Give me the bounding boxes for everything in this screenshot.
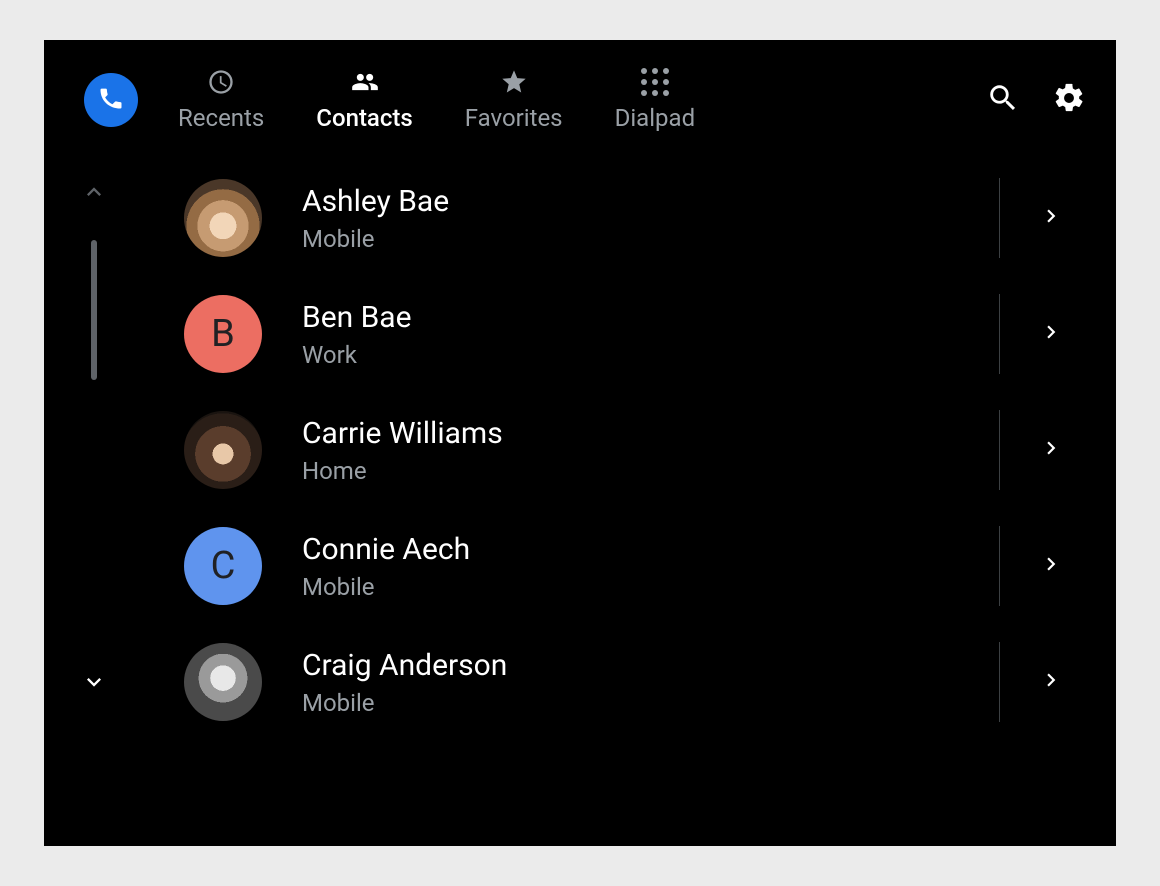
tab-contacts[interactable]: Contacts: [316, 68, 412, 132]
row-divider: [999, 410, 1000, 490]
contact-list[interactable]: Ashley Bae Mobile B Ben Bae Work: [184, 160, 1116, 740]
chevron-right-icon: [1038, 435, 1064, 461]
avatar: B: [184, 295, 262, 373]
people-icon: [351, 68, 379, 96]
tab-label: Favorites: [465, 104, 563, 132]
search-icon: [986, 81, 1020, 115]
tab-recents[interactable]: Recents: [178, 68, 264, 132]
contact-info: Carrie Williams Home: [302, 416, 503, 485]
scroll-up-button[interactable]: [80, 178, 108, 210]
chevron-up-icon: [80, 178, 108, 206]
tab-label: Contacts: [316, 104, 412, 132]
top-actions: [986, 81, 1086, 119]
contact-name: Connie Aech: [302, 532, 470, 567]
scroll-controls: [79, 160, 109, 740]
contact-row[interactable]: B Ben Bae Work: [184, 276, 1116, 392]
contact-detail-button[interactable]: [1038, 203, 1064, 233]
dialpad-icon: [641, 68, 669, 96]
content-area: Ashley Bae Mobile B Ben Bae Work: [44, 160, 1116, 740]
contact-phone-label: Mobile: [302, 573, 470, 601]
contact-info: Craig Anderson Mobile: [302, 648, 507, 717]
contact-info: Ben Bae Work: [302, 300, 412, 369]
tab-favorites[interactable]: Favorites: [465, 68, 563, 132]
contact-phone-label: Work: [302, 341, 412, 369]
search-button[interactable]: [986, 81, 1020, 119]
row-divider: [999, 642, 1000, 722]
avatar: C: [184, 527, 262, 605]
contact-info: Ashley Bae Mobile: [302, 184, 449, 253]
contact-phone-label: Mobile: [302, 689, 507, 717]
tab-label: Recents: [178, 104, 264, 132]
avatar: [184, 179, 262, 257]
row-divider: [999, 526, 1000, 606]
avatar: [184, 411, 262, 489]
contact-name: Ben Bae: [302, 300, 412, 335]
phone-button[interactable]: [84, 73, 138, 127]
contact-name: Craig Anderson: [302, 648, 507, 683]
chevron-down-icon: [80, 668, 108, 696]
clock-icon: [207, 68, 235, 96]
avatar-letter: B: [211, 312, 235, 356]
contact-name: Ashley Bae: [302, 184, 449, 219]
contact-info: Connie Aech Mobile: [302, 532, 470, 601]
contact-row[interactable]: C Connie Aech Mobile: [184, 508, 1116, 624]
contact-phone-label: Home: [302, 457, 503, 485]
row-divider: [999, 178, 1000, 258]
settings-button[interactable]: [1052, 81, 1086, 119]
avatar-letter: C: [211, 544, 236, 588]
contact-name: Carrie Williams: [302, 416, 503, 451]
tab-label: Dialpad: [615, 104, 696, 132]
avatar: [184, 643, 262, 721]
row-divider: [999, 294, 1000, 374]
contact-detail-button[interactable]: [1038, 319, 1064, 349]
contact-row[interactable]: Ashley Bae Mobile: [184, 160, 1116, 276]
top-bar: Recents Contacts Favorites Dialpad: [44, 40, 1116, 160]
gear-icon: [1052, 81, 1086, 115]
chevron-right-icon: [1038, 551, 1064, 577]
chevron-right-icon: [1038, 319, 1064, 345]
contact-detail-button[interactable]: [1038, 435, 1064, 465]
phone-app-screen: Recents Contacts Favorites Dialpad: [44, 40, 1116, 846]
scroll-down-button[interactable]: [80, 668, 108, 700]
contact-phone-label: Mobile: [302, 225, 449, 253]
chevron-right-icon: [1038, 667, 1064, 693]
scrollbar-thumb[interactable]: [91, 240, 97, 380]
contact-row[interactable]: Carrie Williams Home: [184, 392, 1116, 508]
tab-dialpad[interactable]: Dialpad: [615, 68, 696, 132]
star-icon: [500, 68, 528, 96]
chevron-right-icon: [1038, 203, 1064, 229]
contact-detail-button[interactable]: [1038, 551, 1064, 581]
phone-icon: [97, 84, 125, 116]
contact-detail-button[interactable]: [1038, 667, 1064, 697]
tabs: Recents Contacts Favorites Dialpad: [178, 68, 695, 132]
contact-row[interactable]: Craig Anderson Mobile: [184, 624, 1116, 740]
